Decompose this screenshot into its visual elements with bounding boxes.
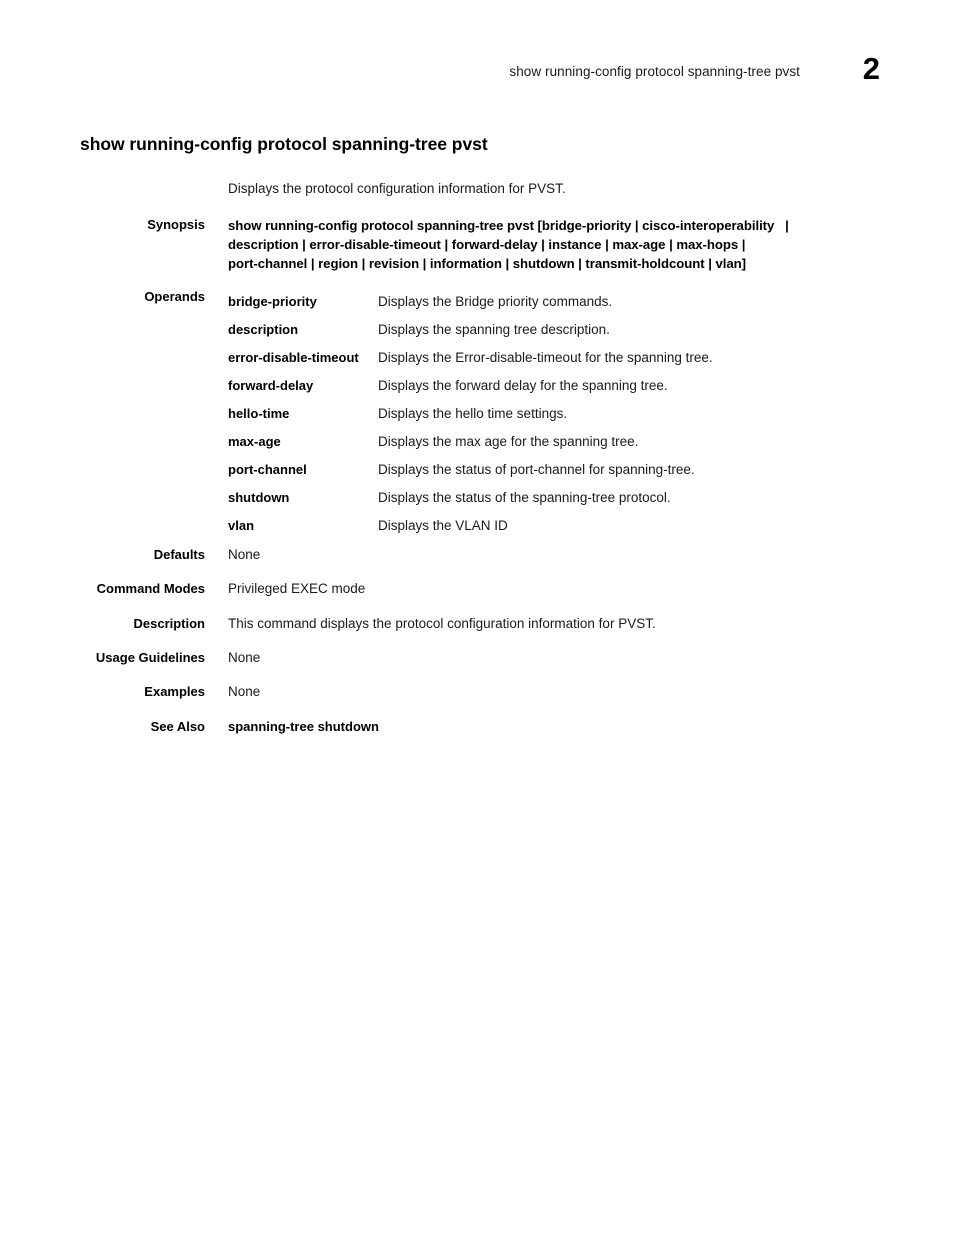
section-label-command-modes: Command Modes (96, 581, 205, 596)
operand-description: Displays the status of port-channel for … (378, 462, 695, 477)
defaults-value: None (228, 547, 261, 562)
document-page: show running-config protocol spanning-tr… (0, 0, 954, 1235)
operand-term: hello-time (228, 406, 290, 421)
examples-value: None (228, 684, 261, 699)
operand-term: port-channel (228, 462, 307, 477)
command-intro-text: Displays the protocol configuration info… (228, 181, 566, 196)
operand-description: Displays the hello time settings. (378, 406, 568, 421)
operand-term: error-disable-timeout (228, 350, 359, 365)
synopsis-line-1: show running-config protocol spanning-tr… (228, 218, 789, 233)
operand-row: port-channel Displays the status of port-… (228, 456, 713, 484)
operand-description: Displays the status of the spanning-tree… (378, 490, 671, 505)
operand-row: bridge-priority Displays the Bridge prior… (228, 288, 713, 316)
running-header: show running-config protocol spanning-tr… (80, 51, 880, 98)
page-title: show running-config protocol spanning-tr… (80, 134, 488, 154)
operand-term: description (228, 322, 299, 337)
section-label-description: Description (133, 616, 205, 631)
operand-row: forward-delay Displays the forward delay … (228, 372, 713, 400)
operand-description: Displays the VLAN ID (378, 518, 508, 533)
operand-description: Displays the forward delay for the spann… (378, 378, 668, 393)
section-label-operands: Operands (144, 289, 205, 304)
operand-row: description Displays the spanning tree de… (228, 316, 713, 344)
synopsis-line-2: description | error-disable-timeout | fo… (228, 237, 746, 252)
section-label-examples: Examples (144, 684, 205, 699)
operand-term: forward-delay (228, 378, 314, 393)
section-label-synopsis: Synopsis (147, 217, 205, 232)
operand-row: error-disable-timeout Displays the Error-… (228, 344, 713, 372)
operand-row: vlan Displays the VLAN ID (228, 512, 713, 540)
synopsis-body: show running-config protocol spanning-tr… (228, 216, 880, 273)
section-label-usage-guidelines: Usage Guidelines (95, 650, 205, 665)
synopsis-line-3: port-channel | region | revision | infor… (228, 256, 747, 271)
operand-description: Displays the max age for the spanning tr… (378, 434, 639, 449)
operand-row: shutdown Displays the status of the spann… (228, 484, 713, 512)
operand-row: hello-time Displays the hello time settin… (228, 400, 713, 428)
operand-description: Displays the Error-disable-timeout for t… (378, 350, 713, 365)
operand-row: max-age Displays the max age for the span… (228, 428, 713, 456)
command-modes-value: Privileged EXEC mode (228, 581, 366, 596)
operand-term: bridge-priority (228, 294, 317, 309)
operand-description: Displays the Bridge priority commands. (378, 294, 613, 309)
running-header-title: show running-config protocol spanning-tr… (509, 64, 800, 79)
description-value: This command displays the protocol confi… (228, 616, 656, 631)
page-number: 2 (862, 51, 880, 86)
section-label-defaults: Defaults (153, 547, 205, 562)
operands-table: bridge-priority Displays the Bridge prior… (228, 288, 713, 540)
section-label-see-also: See Also (150, 719, 205, 734)
usage-guidelines-value: None (228, 650, 261, 665)
operand-term: max-age (228, 434, 281, 449)
see-also-value[interactable]: spanning-tree shutdown (228, 718, 880, 736)
operand-term: vlan (228, 518, 255, 533)
operand-term: shutdown (228, 490, 290, 505)
operand-description: Displays the spanning tree description. (378, 322, 610, 337)
